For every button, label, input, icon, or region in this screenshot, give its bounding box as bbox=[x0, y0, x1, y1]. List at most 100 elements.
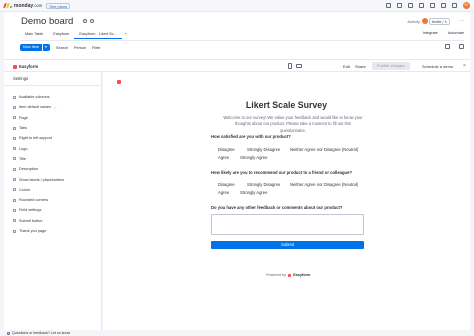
question-2-label: How likely are you to recommend our prod… bbox=[211, 170, 353, 175]
q2-option-agree[interactable]: Agree bbox=[218, 190, 229, 195]
sidebar-item[interactable]: Rounded corners bbox=[13, 195, 64, 205]
publish-changes-button[interactable]: Publish changes bbox=[372, 62, 410, 70]
q2-option-neutral[interactable]: Neither Agree nor Disagree (Neutral) bbox=[290, 182, 358, 187]
search-icon[interactable] bbox=[430, 3, 435, 8]
checkbox-icon[interactable] bbox=[13, 147, 16, 151]
sidebar-list: Available columns Item default values ✓ Pag… bbox=[13, 92, 64, 236]
q2-option-disagree[interactable]: Disagree bbox=[218, 182, 235, 187]
checkbox-icon[interactable] bbox=[13, 178, 16, 182]
invite-members-icon[interactable] bbox=[408, 3, 413, 8]
powered-by[interactable]: Powered by Easyform bbox=[266, 273, 310, 277]
checkbox-icon[interactable] bbox=[13, 208, 16, 212]
checkbox-icon[interactable] bbox=[13, 219, 16, 223]
checkbox-icon[interactable] bbox=[13, 188, 16, 192]
q1-option-strongly-agree[interactable]: Strongly Agree bbox=[240, 155, 267, 160]
form-logo-icon bbox=[117, 80, 121, 84]
integrate-button[interactable]: Integrate bbox=[423, 31, 438, 35]
chevron-down-icon[interactable]: ▾ bbox=[42, 44, 47, 51]
apps-icon[interactable] bbox=[419, 3, 424, 8]
checkbox-icon[interactable] bbox=[13, 157, 16, 161]
sidebar-item-label: Logo bbox=[19, 146, 28, 151]
app-grid-icon[interactable] bbox=[452, 3, 457, 8]
sidebar-item[interactable]: Item default values ✓ bbox=[13, 102, 64, 112]
checkbox-icon[interactable] bbox=[13, 105, 16, 109]
q1-option-strongly-disagree[interactable]: Strongly Disagree bbox=[247, 147, 280, 152]
sidebar-item[interactable]: Title bbox=[13, 154, 64, 164]
tab-easyform[interactable]: Easyform bbox=[48, 31, 74, 39]
edit-button[interactable]: Edit bbox=[343, 64, 350, 69]
share-button[interactable]: Share bbox=[355, 64, 366, 69]
checkbox-icon[interactable] bbox=[13, 229, 16, 233]
tab-main-table[interactable]: Main Table bbox=[20, 31, 48, 39]
new-item-button[interactable]: New Item ▾ bbox=[20, 44, 50, 51]
sidebar-item[interactable]: Thank you page bbox=[13, 226, 64, 236]
sidebar-item[interactable]: Submit button bbox=[13, 216, 64, 226]
checkbox-icon[interactable] bbox=[13, 167, 16, 171]
feedback-textarea[interactable] bbox=[211, 214, 364, 235]
activity-label: Activity bbox=[407, 18, 420, 24]
add-view-icon[interactable]: + bbox=[122, 31, 130, 39]
activity-button[interactable]: Activity bbox=[407, 18, 428, 24]
powered-by-brand: Easyform bbox=[293, 273, 311, 277]
tab-easyform-likert[interactable]: Easyform - Likert Sc... bbox=[74, 31, 122, 39]
question-3-label: Do you have any other feedback or commen… bbox=[211, 205, 343, 210]
person-button[interactable]: Person bbox=[74, 46, 86, 50]
q1-option-neutral[interactable]: Neither Agree nor Disagree (Neutral) bbox=[290, 147, 358, 152]
feedback-label: Questions or feedback? Let us know bbox=[12, 331, 71, 335]
desktop-preview-icon[interactable] bbox=[296, 64, 302, 68]
help-icon[interactable] bbox=[441, 3, 446, 8]
sidebar-item-label: Item default values bbox=[19, 105, 51, 110]
sidebar-item-label: Available columns bbox=[19, 95, 50, 100]
sidebar-item[interactable]: Show labels / placeholders bbox=[13, 174, 64, 184]
q2-option-strongly-disagree[interactable]: Strongly Disagree bbox=[247, 182, 280, 187]
more-options-icon[interactable]: ··· bbox=[459, 18, 464, 24]
close-icon[interactable]: × bbox=[463, 63, 466, 69]
sidebar-item[interactable]: Description bbox=[13, 164, 64, 174]
invite-button[interactable]: Invite / 1 bbox=[428, 18, 450, 25]
sidebar-item[interactable]: Available columns bbox=[13, 92, 64, 102]
sidebar-item[interactable]: Tabs bbox=[13, 123, 64, 133]
checkbox-icon[interactable] bbox=[13, 126, 16, 130]
info-icon[interactable] bbox=[83, 19, 87, 23]
q1-option-agree[interactable]: Agree bbox=[218, 155, 229, 160]
powered-by-label: Powered by bbox=[266, 273, 287, 277]
monday-logo-icon bbox=[3, 3, 13, 8]
schedule-demo-button[interactable]: Schedule a demo bbox=[422, 64, 453, 69]
fullscreen-icon[interactable] bbox=[445, 44, 450, 49]
filter-button[interactable]: Filter bbox=[92, 46, 100, 50]
star-icon[interactable] bbox=[90, 19, 94, 23]
checkbox-icon[interactable] bbox=[13, 198, 16, 202]
board-title[interactable]: Demo board bbox=[21, 16, 73, 27]
q2-option-strongly-agree[interactable]: Strongly Agree bbox=[240, 190, 267, 195]
sidebar-item-label: Colors bbox=[19, 187, 30, 192]
easyform-logo-icon bbox=[13, 64, 17, 69]
submit-button[interactable]: Submit bbox=[211, 241, 364, 249]
q1-option-disagree[interactable]: Disagree bbox=[218, 147, 235, 152]
sidebar-item-label: Right to left support bbox=[19, 136, 52, 141]
sidebar-item[interactable]: Field settings bbox=[13, 205, 64, 215]
board-actions: New Item ▾ Search Person Filter bbox=[20, 44, 100, 51]
notifications-icon[interactable] bbox=[386, 3, 391, 8]
inbox-icon[interactable] bbox=[397, 3, 402, 8]
collapse-icon[interactable] bbox=[459, 44, 464, 49]
chat-icon bbox=[7, 331, 10, 335]
survey-intro: Welcome to our survey! We value your fee… bbox=[223, 115, 363, 133]
brand-name: monday.com bbox=[14, 2, 43, 9]
search-button[interactable]: Search bbox=[56, 46, 68, 50]
automate-button[interactable]: Automate bbox=[448, 31, 464, 35]
checkbox-icon[interactable] bbox=[13, 95, 16, 99]
sidebar-item[interactable]: Right to left support bbox=[13, 133, 64, 143]
avatar[interactable]: ST bbox=[463, 2, 470, 9]
checkbox-icon[interactable] bbox=[13, 116, 16, 120]
see-plans-button[interactable]: See plans bbox=[46, 2, 70, 9]
feedback-link[interactable]: Questions or feedback? Let us know bbox=[7, 331, 70, 335]
sidebar-item[interactable]: Page bbox=[13, 113, 64, 123]
tab-divider bbox=[20, 40, 464, 41]
mobile-preview-icon[interactable] bbox=[288, 63, 292, 69]
sidebar-item[interactable]: Colors bbox=[13, 185, 64, 195]
sidebar-item-label: Field settings bbox=[19, 208, 42, 213]
sidebar-item-label: Description bbox=[19, 167, 38, 172]
checkbox-icon[interactable] bbox=[13, 136, 16, 140]
sidebar-item[interactable]: Logo bbox=[13, 143, 64, 153]
sidebar-item-label: Page bbox=[19, 115, 28, 120]
